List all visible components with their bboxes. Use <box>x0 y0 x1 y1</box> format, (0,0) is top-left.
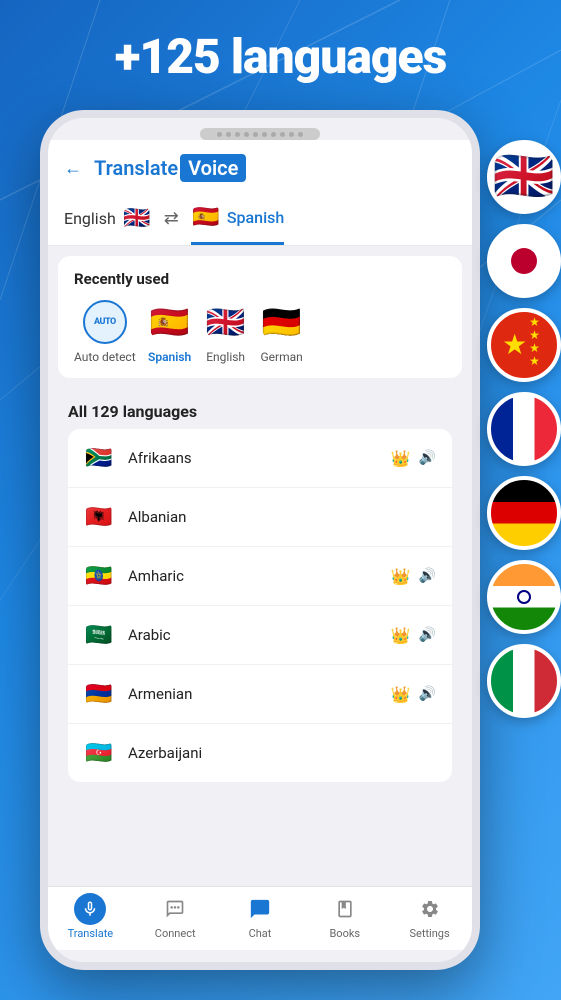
afrikaans-flag: 🇿🇦 <box>84 443 114 473</box>
floating-flag-france <box>487 392 561 466</box>
books-icon <box>335 899 355 919</box>
azerbaijani-flag: 🇦🇿 <box>84 738 114 768</box>
voice-icon-amharic: 🔊 <box>419 568 436 584</box>
chat-bubble-icon <box>249 898 271 920</box>
crown-icon-arabic: 👑 <box>391 626 411 645</box>
english-label: English <box>206 350 245 364</box>
all-languages-title: All 129 languages <box>68 402 452 421</box>
all-languages-section: All 129 languages 🇿🇦 Afrikaans 👑 🔊 🇦🇱 Al… <box>48 388 472 788</box>
voice-icon-arabic: 🔊 <box>419 627 436 643</box>
language-row-amharic[interactable]: 🇪🇹 Amharic 👑 🔊 <box>68 547 452 606</box>
recent-item-spanish[interactable]: 🇪🇸 Spanish <box>148 300 192 364</box>
books-nav-label: Books <box>329 927 360 940</box>
nav-item-chat[interactable]: Chat <box>218 893 303 940</box>
languages-list: 🇿🇦 Afrikaans 👑 🔊 🇦🇱 Albanian 🇪🇹 <box>68 429 452 782</box>
recent-item-auto[interactable]: AUTO Auto detect <box>74 300 136 364</box>
chat-nav-icon-wrap <box>244 893 276 925</box>
amharic-icons: 👑 🔊 <box>391 567 436 586</box>
header-top: ← Translate Voice <box>64 154 456 182</box>
german-flag: 🇩🇪 <box>260 300 304 344</box>
translate-nav-icon-wrap <box>74 893 106 925</box>
hero-title: +125 languages <box>0 28 561 85</box>
armenian-label: Armenian <box>128 685 377 703</box>
translate-nav-label: Translate <box>68 927 114 940</box>
crown-icon-armenian: 👑 <box>391 685 411 704</box>
floating-flag-germany <box>487 476 561 550</box>
content-area: Recently used AUTO Auto detect 🇪🇸 Spanis… <box>48 246 472 886</box>
settings-nav-icon-wrap <box>414 893 446 925</box>
arabic-flag: 🇸🇦 <box>84 620 114 650</box>
language-row-albanian[interactable]: 🇦🇱 Albanian <box>68 488 452 547</box>
arabic-icons: 👑 🔊 <box>391 626 436 645</box>
target-language-button[interactable]: 🇪🇸 Spanish <box>191 202 284 245</box>
notch-dots <box>217 132 303 137</box>
language-row-armenian[interactable]: 🇦🇲 Armenian 👑 🔊 <box>68 665 452 724</box>
app-logo: Translate Voice <box>94 154 246 182</box>
source-lang-flag: 🇬🇧 <box>122 204 152 234</box>
armenian-icons: 👑 🔊 <box>391 685 436 704</box>
armenian-flag: 🇦🇲 <box>84 679 114 709</box>
auto-detect-label: Auto detect <box>74 350 136 364</box>
connect-nav-label: Connect <box>155 927 196 940</box>
chat-nav-label: Chat <box>249 927 272 940</box>
nav-item-connect[interactable]: Connect <box>133 893 218 940</box>
azerbaijani-label: Azerbaijani <box>128 744 436 762</box>
recent-item-english[interactable]: 🇬🇧 English <box>204 300 248 364</box>
app-name-voice: Voice <box>180 154 246 182</box>
language-row-arabic[interactable]: 🇸🇦 Arabic 👑 🔊 <box>68 606 452 665</box>
recent-items-list: AUTO Auto detect 🇪🇸 Spanish 🇬🇧 English 🇩… <box>74 300 446 364</box>
language-switcher: English 🇬🇧 ⇄ 🇪🇸 Spanish <box>64 194 456 245</box>
source-language-button[interactable]: English 🇬🇧 <box>64 204 152 244</box>
connect-nav-icon-wrap <box>159 893 191 925</box>
back-arrow-icon[interactable]: ← <box>64 158 82 179</box>
amharic-label: Amharic <box>128 567 377 585</box>
albanian-flag: 🇦🇱 <box>84 502 114 532</box>
language-row-afrikaans[interactable]: 🇿🇦 Afrikaans 👑 🔊 <box>68 429 452 488</box>
phone-notch <box>200 128 320 140</box>
albanian-label: Albanian <box>128 508 436 526</box>
floating-flag-italy <box>487 644 561 718</box>
source-lang-label: English <box>64 209 116 228</box>
nav-item-translate[interactable]: Translate <box>48 893 133 940</box>
settings-gear-icon <box>420 899 440 919</box>
swap-languages-icon[interactable]: ⇄ <box>164 208 179 239</box>
mic-icon <box>81 900 99 918</box>
phone-shell: ← Translate Voice English 🇬🇧 ⇄ 🇪🇸 Spanis… <box>40 110 480 970</box>
crown-icon: 👑 <box>391 449 411 468</box>
recently-used-title: Recently used <box>74 270 446 288</box>
app-header: ← Translate Voice English 🇬🇧 ⇄ 🇪🇸 Spanis… <box>48 140 472 246</box>
bottom-navigation: Translate Connect <box>48 886 472 950</box>
german-label: German <box>261 350 303 364</box>
arabic-label: Arabic <box>128 626 377 644</box>
app-container: ← Translate Voice English 🇬🇧 ⇄ 🇪🇸 Spanis… <box>48 140 472 950</box>
voice-icon-armenian: 🔊 <box>419 686 436 702</box>
afrikaans-label: Afrikaans <box>128 449 377 467</box>
floating-flag-china: ★ ★★★★ <box>487 308 561 382</box>
floating-flags-container: 🇬🇧 ★ ★★★★ <box>487 140 561 718</box>
afrikaans-icons: 👑 🔊 <box>391 449 436 468</box>
connect-icon <box>165 899 185 919</box>
recently-used-section: Recently used AUTO Auto detect 🇪🇸 Spanis… <box>58 256 462 378</box>
spanish-label: Spanish <box>148 350 191 364</box>
nav-item-books[interactable]: Books <box>302 893 387 940</box>
english-flag: 🇬🇧 <box>204 300 248 344</box>
settings-nav-label: Settings <box>410 927 450 940</box>
target-lang-flag: 🇪🇸 <box>191 202 221 232</box>
floating-flag-japan <box>487 224 561 298</box>
language-row-azerbaijani[interactable]: 🇦🇿 Azerbaijani <box>68 724 452 782</box>
amharic-flag: 🇪🇹 <box>84 561 114 591</box>
recent-item-german[interactable]: 🇩🇪 German <box>260 300 304 364</box>
app-name-translate: Translate <box>94 156 178 180</box>
target-lang-label: Spanish <box>227 208 284 227</box>
nav-item-settings[interactable]: Settings <box>387 893 472 940</box>
spanish-flag: 🇪🇸 <box>148 300 192 344</box>
auto-detect-circle: AUTO <box>83 300 127 344</box>
floating-flag-uk: 🇬🇧 <box>487 140 561 214</box>
crown-icon-amharic: 👑 <box>391 567 411 586</box>
books-nav-icon-wrap <box>329 893 361 925</box>
voice-icon: 🔊 <box>419 450 436 466</box>
floating-flag-india <box>487 560 561 634</box>
